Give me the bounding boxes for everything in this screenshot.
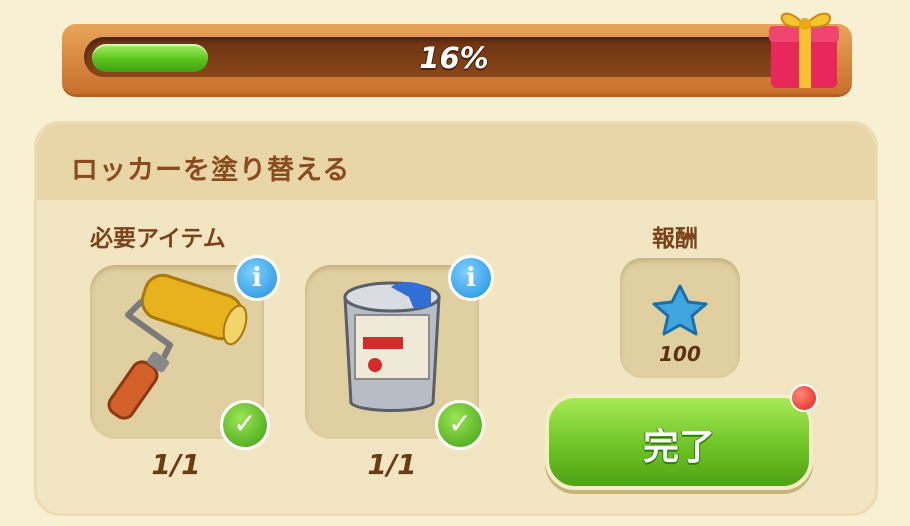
check-icon-roller: ✓ [220, 400, 270, 450]
progress-bar-frame: 16% [62, 24, 852, 94]
gift-box-icon[interactable] [765, 0, 845, 92]
reward-amount: 100 [659, 342, 701, 366]
paint-can-count: 1/1 [367, 448, 417, 481]
complete-button[interactable]: 完了 [545, 394, 813, 490]
notification-dot [790, 384, 818, 412]
required-items-label: 必要アイテム [90, 226, 226, 252]
roller-count: 1/1 [151, 448, 201, 481]
progress-track: 16% [84, 37, 824, 77]
check-icon-paint-can: ✓ [435, 400, 485, 450]
reward-label: 報酬 [652, 226, 698, 252]
info-button-roller[interactable]: i [234, 255, 280, 301]
blue-star-icon [652, 284, 708, 336]
info-button-paint-can[interactable]: i [448, 255, 494, 301]
task-header: ロッカーを塗り替える [37, 124, 875, 200]
task-title: ロッカーを塗り替える [71, 155, 351, 186]
progress-percent-text: 16% [419, 41, 489, 75]
complete-button-label: 完了 [642, 427, 715, 468]
reward-slot: 100 [620, 258, 740, 378]
